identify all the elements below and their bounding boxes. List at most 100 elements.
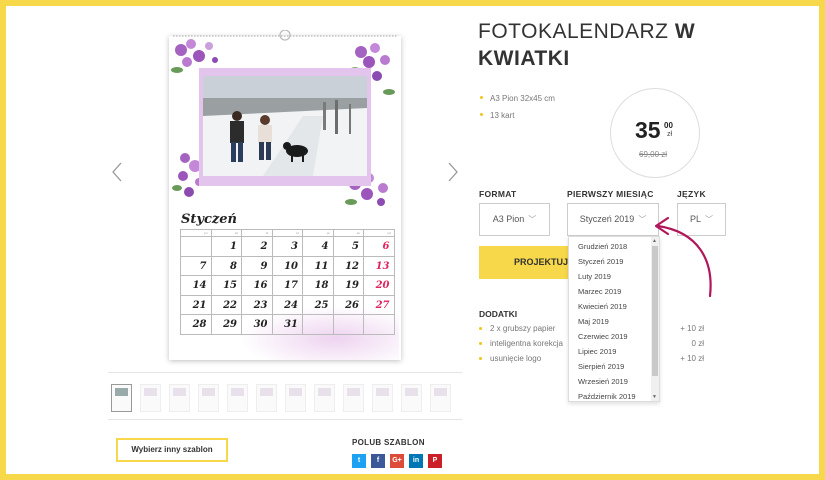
format-select[interactable]: A3 Pion ﹀ — [479, 203, 550, 236]
calendar-day: 9 — [242, 256, 273, 276]
product-specs: A3 Pion 32x45 cm 13 kart — [480, 94, 555, 128]
weekday-header: nd — [364, 230, 395, 237]
calendar-day: 15 — [211, 276, 242, 296]
addon-price: + 10 zł — [680, 354, 704, 363]
calendar-day: 28 — [181, 315, 212, 335]
calendar-day: 22 — [211, 295, 242, 315]
social-buttons: t f G+ in P — [352, 454, 442, 468]
price-badge: 35 00 zł 69,00 zł — [610, 88, 700, 178]
like-template-label: POLUB SZABLON — [352, 438, 425, 447]
calendar-day: 24 — [272, 295, 303, 315]
calendar-day: 17 — [272, 276, 303, 296]
calendar-day: 5 — [333, 237, 364, 257]
facebook-share-icon[interactable]: f — [371, 454, 385, 468]
annotation-arrow-icon — [654, 216, 712, 298]
weekday-header: śr — [242, 230, 273, 237]
calendar-day: 4 — [303, 237, 334, 257]
calendar-day: 27 — [364, 295, 395, 315]
calendar-day: 16 — [242, 276, 273, 296]
pinterest-share-icon[interactable]: P — [428, 454, 442, 468]
addons-label: DODATKI — [479, 309, 518, 319]
month-options-list: Grudzień 2018 Styczeń 2019 Luty 2019 Marzec… — [569, 237, 659, 406]
template-thumbnail[interactable] — [198, 384, 219, 412]
month-option[interactable]: Grudzień 2018 — [569, 241, 659, 256]
calendar-day — [181, 237, 212, 257]
template-thumbnail[interactable] — [372, 384, 393, 412]
price-main: 35 — [635, 117, 661, 143]
month-option[interactable]: Czerwiec 2019 — [569, 331, 659, 346]
template-thumbnail[interactable] — [343, 384, 364, 412]
template-thumbnail[interactable] — [314, 384, 335, 412]
addon-label: inteligentna korekcja — [490, 339, 563, 348]
calendar-day: 18 — [303, 276, 334, 296]
month-option[interactable]: Marzec 2019 — [569, 286, 659, 301]
language-label: JĘZYK — [677, 189, 706, 199]
calendar-day: 3 — [272, 237, 303, 257]
weekday-header: pt — [303, 230, 334, 237]
spec-item: 13 kart — [480, 111, 555, 120]
linkedin-share-icon[interactable]: in — [409, 454, 423, 468]
calendar-day: 11 — [303, 256, 334, 276]
month-option[interactable]: Styczeń 2019 — [569, 256, 659, 271]
thumbnail-strip — [108, 372, 462, 420]
template-thumbnail[interactable] — [227, 384, 248, 412]
calendar-day: 20 — [364, 276, 395, 296]
month-option[interactable]: Październik 2019 — [569, 391, 659, 406]
month-option[interactable]: Luty 2019 — [569, 271, 659, 286]
calendar-day: 8 — [211, 256, 242, 276]
choose-template-button[interactable]: Wybierz inny szablon — [116, 438, 228, 462]
calendar-grid: pn wt śr cz pt so nd 1 2 3 4 5 6 7 8 9 10 11 12 13 14 15 16 17 1… — [180, 229, 395, 335]
month-option[interactable]: Maj 2019 — [569, 316, 659, 331]
product-title: FOTOKALENDARZ W KWIATKI — [478, 18, 778, 72]
format-value: A3 Pion — [492, 214, 525, 224]
calendar-day: 10 — [272, 256, 303, 276]
chevron-down-icon: ﹀ — [638, 215, 647, 224]
month-option[interactable]: Kwiecień 2019 — [569, 301, 659, 316]
chevron-left-icon — [112, 162, 122, 182]
title-bold-second: KWIATKI — [478, 47, 570, 70]
addon-label: usunięcie logo — [490, 354, 542, 363]
template-thumbnail[interactable] — [169, 384, 190, 412]
template-thumbnail[interactable] — [111, 384, 132, 412]
calendar-day: 12 — [333, 256, 364, 276]
template-thumbnail[interactable] — [285, 384, 306, 412]
month-title: Styczeń — [181, 212, 237, 227]
addon-price: 0 zł — [691, 339, 704, 348]
template-thumbnail[interactable] — [430, 384, 451, 412]
chevron-right-icon — [448, 162, 458, 182]
spec-item: A3 Pion 32x45 cm — [480, 94, 555, 103]
design-button[interactable]: PROJEKTUJ — [479, 246, 571, 279]
calendar-day: 21 — [181, 295, 212, 315]
month-option[interactable]: Sierpień 2019 — [569, 361, 659, 376]
chevron-down-icon: ﹀ — [528, 215, 537, 224]
template-thumbnail[interactable] — [256, 384, 277, 412]
template-thumbnail[interactable] — [140, 384, 161, 412]
template-thumbnail[interactable] — [401, 384, 422, 412]
weekday-header: so — [333, 230, 364, 237]
first-month-select[interactable]: Styczeń 2019 ﹀ — [567, 203, 659, 236]
month-option[interactable]: Lipiec 2019 — [569, 346, 659, 361]
price-currency: zł — [667, 131, 673, 138]
calendar-preview: Styczeń pn wt śr cz pt so nd 1 2 3 4 5 6 7 8 9 10 11 12 13 1… — [169, 36, 401, 360]
calendar-binding — [173, 30, 397, 41]
calendar-day: 2 — [242, 237, 273, 257]
month-option[interactable]: Wrzesień 2019 — [569, 376, 659, 391]
weekday-header: cz — [272, 230, 303, 237]
google-plus-share-icon[interactable]: G+ — [390, 454, 404, 468]
scroll-down-icon[interactable]: ▼ — [652, 394, 657, 400]
gallery-next-button[interactable] — [446, 160, 460, 184]
twitter-share-icon[interactable]: t — [352, 454, 366, 468]
calendar-day: 14 — [181, 276, 212, 296]
calendar-day: 26 — [333, 295, 364, 315]
calendar-day: 7 — [181, 256, 212, 276]
weekday-header: pn — [181, 230, 212, 237]
price-old: 69,00 zł — [639, 150, 668, 159]
calendar-day — [364, 315, 395, 335]
gallery-prev-button[interactable] — [110, 160, 124, 184]
calendar-day: 31 — [272, 315, 303, 335]
calendar-day: 30 — [242, 315, 273, 335]
weekday-header: wt — [211, 230, 242, 237]
first-month-value: Styczeń 2019 — [579, 214, 635, 224]
month-dropdown[interactable]: Grudzień 2018 Styczeń 2019 Luty 2019 Marzec… — [568, 236, 660, 402]
calendar-day: 23 — [242, 295, 273, 315]
